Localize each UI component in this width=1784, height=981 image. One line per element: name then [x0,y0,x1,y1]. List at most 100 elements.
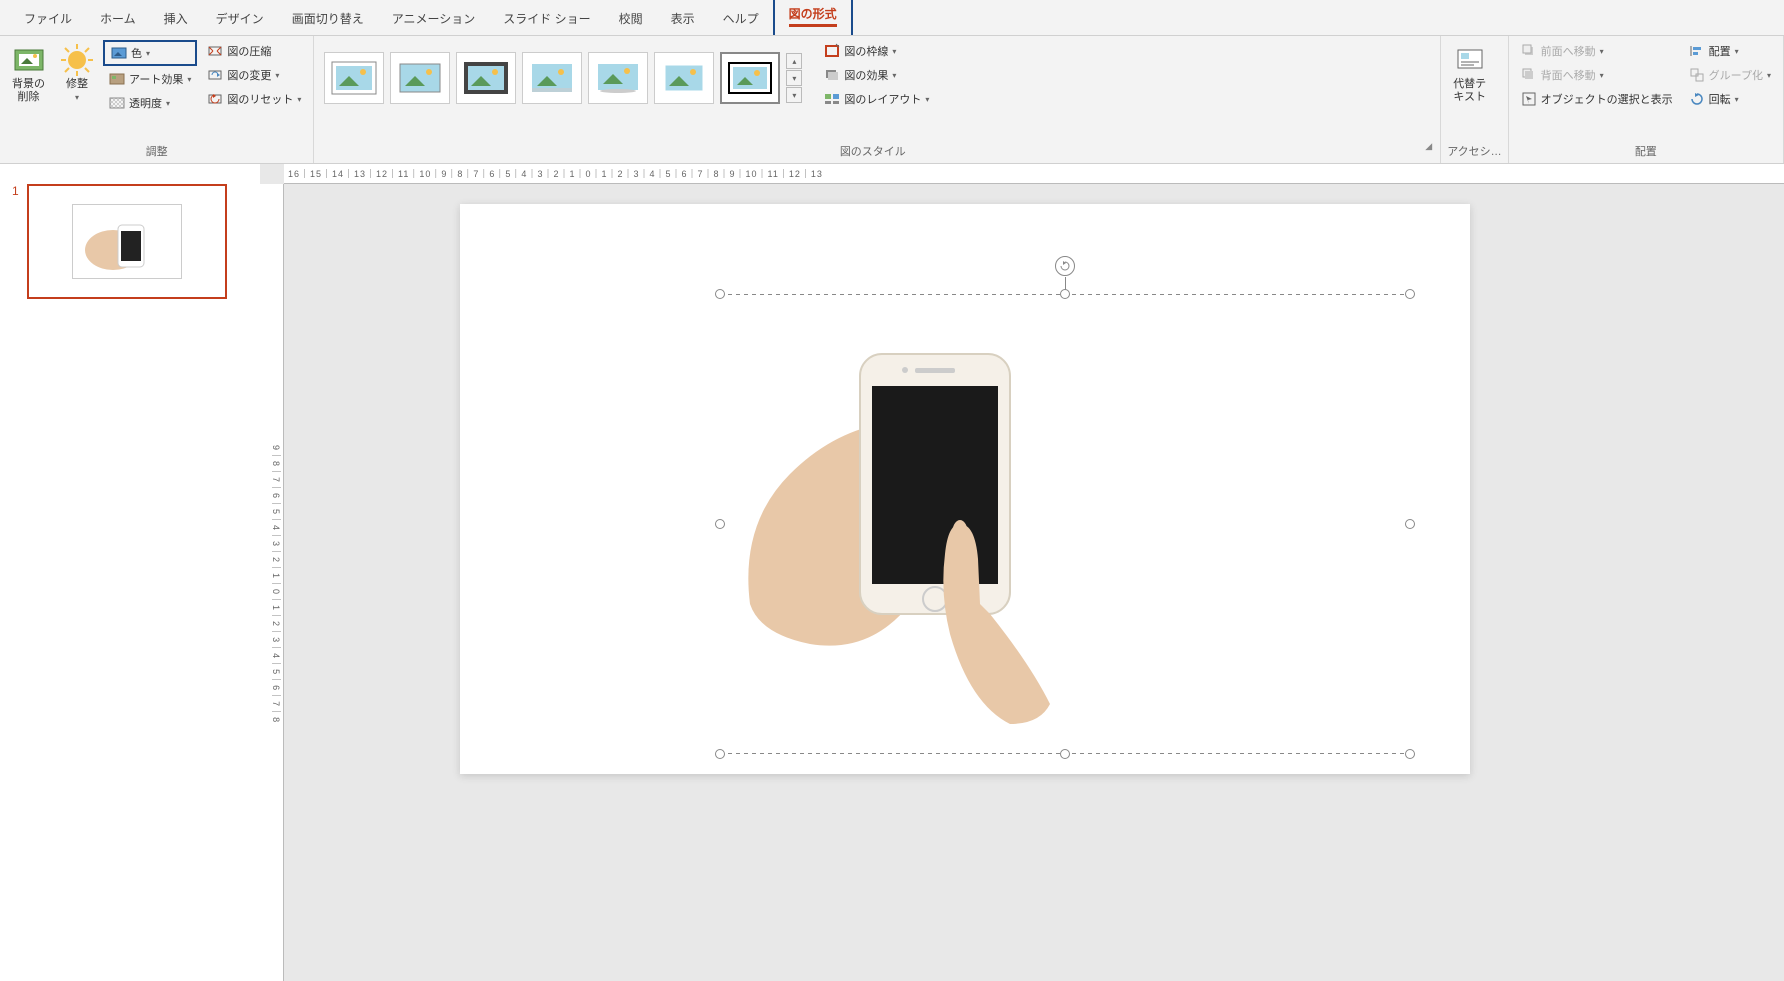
send-backward-icon [1521,67,1537,83]
tab-help[interactable]: ヘルプ [709,2,773,35]
gallery-more-button[interactable]: ▾ [786,87,802,103]
resize-handle-bl[interactable] [715,749,725,759]
workspace: 1 16｜15｜14｜13｜12｜11｜10｜9｜8｜7｜6｜5｜4｜3｜2｜1… [0,164,1784,981]
change-picture-button[interactable]: 図の変更 ▾ [201,64,307,86]
resize-handle-mr[interactable] [1405,519,1415,529]
tab-home[interactable]: ホーム [86,2,150,35]
rotate-button[interactable]: 回転 ▾ [1683,88,1777,110]
rotate-handle[interactable] [1055,256,1075,276]
corrections-button[interactable]: 修整 ▾ [55,40,99,106]
layout-label: 図のレイアウト [844,91,921,107]
remove-bg-label: 背景の 削除 [12,78,45,104]
style-item-3[interactable] [456,52,516,104]
chevron-down-icon: ▾ [1767,71,1771,80]
alt-text-button[interactable]: 代替テ キスト [1447,40,1492,108]
tab-insert[interactable]: 挿入 [150,2,202,35]
chevron-down-icon: ▾ [925,95,929,104]
tab-review[interactable]: 校閲 [605,2,657,35]
style-item-6[interactable] [654,52,714,104]
resize-handle-tl[interactable] [715,289,725,299]
chevron-down-icon: ▾ [892,47,896,56]
chevron-down-icon: ▾ [1600,47,1604,56]
ribbon: 背景の 削除 修整 ▾ 色 ▾ アート効果 ▾ [0,36,1784,164]
color-button[interactable]: 色 ▾ [103,40,197,66]
resize-handle-ml[interactable] [715,519,725,529]
effects-label: 図の効果 [844,67,888,83]
tab-animations[interactable]: アニメーション [378,2,490,35]
thumb-image [72,204,182,279]
group-arrange: 前面へ移動 ▾ 背面へ移動 ▾ オブジェクトの選択と表示 配置 ▾ [1509,36,1784,163]
transparency-label: 透明度 [129,95,162,111]
gallery-up-button[interactable]: ▴ [786,53,802,69]
chevron-down-icon: ▾ [1600,71,1604,80]
border-icon [824,43,840,59]
resize-handle-tm[interactable] [1060,289,1070,299]
slide[interactable] [460,204,1470,774]
styles-launcher[interactable]: ◢ [1425,141,1434,161]
picture-layout-button[interactable]: 図のレイアウト ▾ [818,88,935,110]
remove-background-button[interactable]: 背景の 削除 [6,40,51,108]
resize-handle-tr[interactable] [1405,289,1415,299]
slide-thumbnail-1[interactable] [27,184,227,299]
tab-view[interactable]: 表示 [657,2,709,35]
change-icon [207,67,223,83]
bring-forward-label: 前面へ移動 [1541,43,1596,59]
style-item-7[interactable] [720,52,780,104]
styles-gallery: ▴ ▾ ▾ [320,40,806,116]
corrections-label: 修整 [66,78,88,91]
tab-transitions[interactable]: 画面切り替え [278,2,378,35]
picture-border-button[interactable]: 図の枠線 ▾ [818,40,935,62]
selection-pane-label: オブジェクトの選択と表示 [1541,91,1673,107]
resize-handle-bm[interactable] [1060,749,1070,759]
selection-pane-button[interactable]: オブジェクトの選択と表示 [1515,88,1679,110]
resize-handle-br[interactable] [1405,749,1415,759]
remove-bg-icon [13,44,45,76]
reset-picture-button[interactable]: 図のリセット ▾ [201,88,307,110]
chevron-down-icon: ▾ [75,93,79,102]
layout-icon [824,91,840,107]
gallery-scroll: ▴ ▾ ▾ [786,53,802,103]
artistic-effects-button[interactable]: アート効果 ▾ [103,68,197,90]
bring-forward-button[interactable]: 前面へ移動 ▾ [1515,40,1679,62]
horizontal-ruler: 16｜15｜14｜13｜12｜11｜10｜9｜8｜7｜6｜5｜4｜3｜2｜1｜0… [284,164,1784,184]
group-styles-label: 図のスタイル [320,141,1425,161]
chevron-down-icon: ▾ [146,49,150,58]
group-adjust-label: 調整 [6,141,307,161]
group-access-label: アクセシ… [1447,141,1501,161]
compress-icon [207,43,223,59]
tab-slideshow[interactable]: スライド ショー [489,2,604,35]
picture-effects-button[interactable]: 図の効果 ▾ [818,64,935,86]
gallery-down-button[interactable]: ▾ [786,70,802,86]
align-icon [1689,43,1705,59]
align-button[interactable]: 配置 ▾ [1683,40,1777,62]
group-button[interactable]: グループ化 ▾ [1683,64,1777,86]
chevron-down-icon: ▾ [187,75,191,84]
reset-icon [207,91,223,107]
tab-file[interactable]: ファイル [10,2,86,35]
chevron-down-icon: ▾ [892,71,896,80]
chevron-down-icon: ▾ [275,71,279,80]
slide-canvas-area[interactable]: 16｜15｜14｜13｜12｜11｜10｜9｜8｜7｜6｜5｜4｜3｜2｜1｜0… [260,164,1784,981]
border-label: 図の枠線 [844,43,888,59]
slide-image [730,324,1070,724]
artistic-icon [109,71,125,87]
reset-label: 図のリセット [227,91,293,107]
corrections-icon [61,44,93,76]
transparency-button[interactable]: 透明度 ▾ [103,92,197,114]
picture-selection[interactable] [720,294,1410,754]
alt-text-icon [1454,44,1486,76]
rotate-label: 回転 [1709,91,1731,107]
style-item-5[interactable] [588,52,648,104]
style-item-2[interactable] [390,52,450,104]
chevron-down-icon: ▾ [166,99,170,108]
style-item-1[interactable] [324,52,384,104]
compress-pictures-button[interactable]: 図の圧縮 [201,40,307,62]
tab-picture-format[interactable]: 図の形式 [773,0,853,35]
color-icon [111,45,127,61]
chevron-down-icon: ▾ [1735,95,1739,104]
rotate-icon [1689,91,1705,107]
style-item-4[interactable] [522,52,582,104]
tab-design[interactable]: デザイン [202,2,278,35]
send-backward-button[interactable]: 背面へ移動 ▾ [1515,64,1679,86]
thumb-number: 1 [12,184,19,299]
